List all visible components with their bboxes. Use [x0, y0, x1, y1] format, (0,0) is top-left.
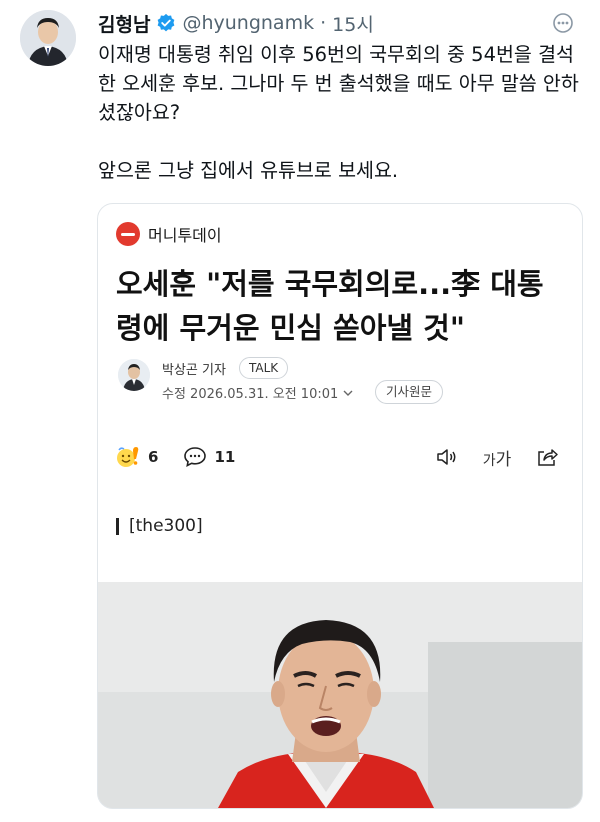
separator-dot: ·: [320, 12, 327, 34]
comment-icon[interactable]: [182, 444, 208, 470]
publisher-name: 머니투데이: [148, 226, 222, 245]
article-tools: 가가: [434, 444, 560, 470]
speaker-icon[interactable]: [434, 444, 460, 470]
reporter-avatar: [118, 359, 150, 391]
share-icon[interactable]: [534, 444, 560, 470]
talk-badge[interactable]: TALK: [239, 357, 289, 379]
author-name[interactable]: 김형남: [98, 10, 150, 37]
section-bar: [116, 517, 119, 535]
article-card[interactable]: 머니투데이 오세훈 "저를 국무회의로...李 대통령에 무거운 민심 쏟아낼 …: [97, 203, 583, 809]
more-icon: [553, 13, 573, 33]
publisher-logo-icon: [116, 222, 140, 246]
article-photo[interactable]: [98, 582, 582, 808]
tweet-time[interactable]: 15시: [332, 10, 374, 37]
reaction-count: 6: [148, 448, 159, 466]
font-size-small-label: 가: [482, 453, 496, 469]
chevron-down-icon[interactable]: [343, 389, 353, 397]
author-handle[interactable]: @hyungnamk: [182, 12, 314, 34]
font-size-big-label: 가: [495, 450, 512, 470]
reaction-bar: 6 11: [116, 444, 259, 470]
original-article-button[interactable]: 기사원문: [375, 380, 444, 404]
comment-count: 11: [214, 448, 236, 466]
article-date: 수정 2026.05.31. 오전 10:01: [162, 383, 353, 402]
section-tag: [the300]: [116, 516, 203, 536]
tweet-text: 이재명 대통령 취임 이후 56번의 국무회의 중 54번을 결석한 오세훈 후…: [98, 43, 579, 182]
more-options-button[interactable]: [550, 10, 576, 36]
font-size-icon[interactable]: 가가: [482, 444, 512, 470]
article-headline[interactable]: 오세훈 "저를 국무회의로...李 대통령에 무거운 민심 쏟아낼 것": [116, 262, 566, 350]
reporter-name[interactable]: 박상곤 기자: [162, 359, 226, 378]
section-tag-text: [the300]: [129, 516, 203, 536]
date-text: 수정 2026.05.31. 오전 10:01: [162, 387, 339, 402]
reaction-emoji-icon[interactable]: [116, 444, 142, 470]
tweet-header: 김형남 @hyungnamk · 15시: [98, 8, 374, 38]
author-avatar[interactable]: [20, 10, 76, 66]
publisher: 머니투데이: [116, 222, 222, 246]
verified-badge-icon: [156, 13, 176, 33]
